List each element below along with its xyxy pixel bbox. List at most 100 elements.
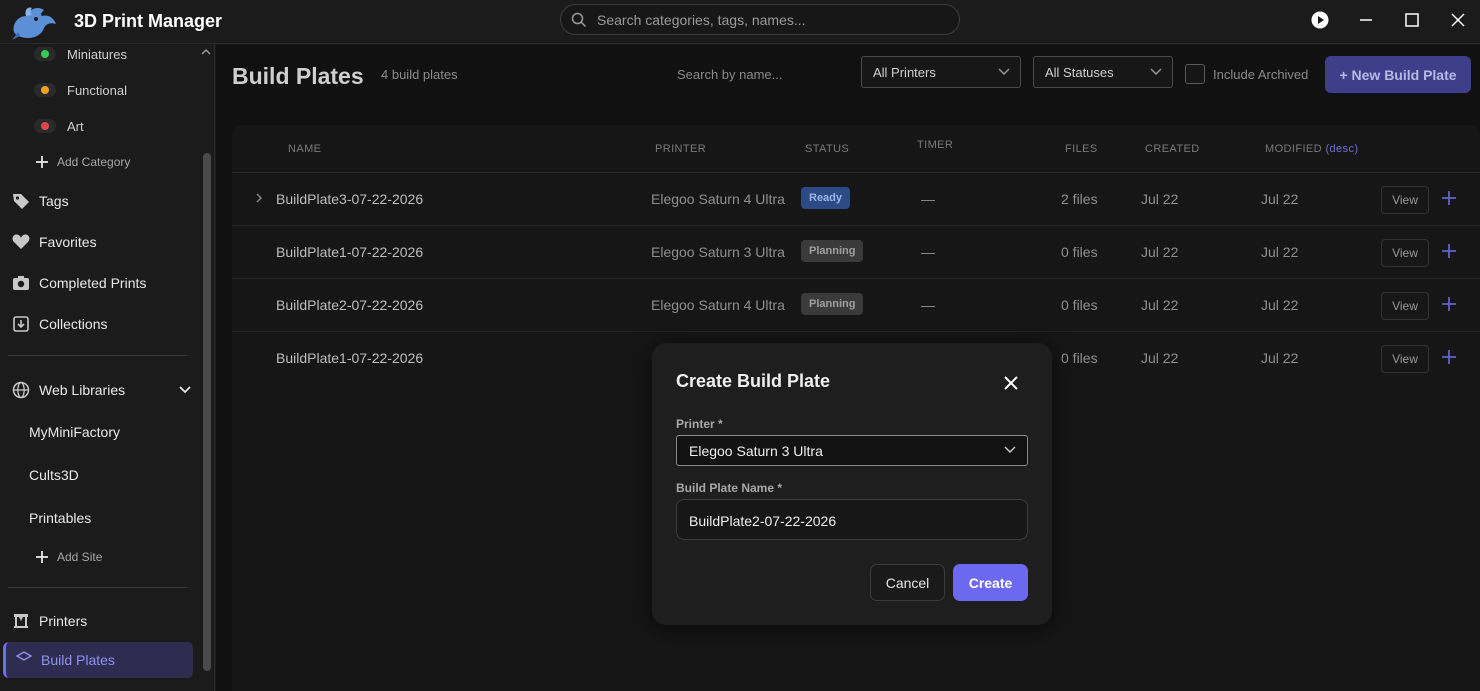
play-icon[interactable] (1310, 10, 1330, 30)
add-icon[interactable] (1439, 241, 1459, 261)
build-plate-count: 4 build plates (381, 67, 458, 82)
view-button[interactable]: View (1381, 292, 1429, 320)
sidebar-item-art[interactable]: Art (0, 109, 200, 143)
sidebar-item-functional[interactable]: Functional (0, 73, 200, 107)
chevron-down-icon (1150, 68, 1162, 75)
sidebar-item-label: Miniatures (67, 47, 127, 62)
view-button[interactable]: View (1381, 186, 1429, 214)
new-build-plate-button[interactable]: + New Build Plate (1325, 56, 1471, 93)
sidebar-item-build-plates[interactable]: Build Plates (3, 642, 193, 678)
view-button[interactable]: View (1381, 239, 1429, 267)
cancel-button[interactable]: Cancel (870, 564, 945, 601)
add-icon[interactable] (1439, 188, 1459, 208)
chevron-down-icon (1004, 446, 1016, 453)
column-header-printer[interactable]: PRINTER (655, 143, 706, 155)
row-files: 0 files (1061, 244, 1098, 260)
create-button[interactable]: Create (953, 564, 1028, 601)
status-filter-value: All Statuses (1045, 65, 1114, 80)
sidebar-item-label: Cults3D (29, 467, 79, 483)
row-files: 0 files (1061, 350, 1098, 366)
sidebar-item-label: Art (67, 119, 84, 134)
sidebar-item-label: Collections (39, 316, 108, 332)
create-build-plate-dialog: Create Build Plate Printer * Elegoo Satu… (652, 343, 1052, 625)
status-badge: Ready (801, 187, 851, 209)
sidebar-item-label: Favorites (39, 234, 97, 250)
sidebar-item-printables[interactable]: Printables (0, 501, 200, 535)
printer-select[interactable]: Elegoo Saturn 3 Ultra (676, 435, 1028, 466)
sidebar-item-tags[interactable]: Tags (0, 184, 200, 218)
table-row[interactable]: BuildPlate1-07-22-2026 Elegoo Saturn 3 U… (232, 226, 1480, 279)
add-icon[interactable] (1439, 347, 1459, 367)
add-category-button[interactable]: Add Category (0, 145, 200, 179)
sidebar-item-printers[interactable]: Printers (0, 604, 200, 638)
chevron-up-icon[interactable] (200, 47, 212, 57)
chevron-down-icon (179, 386, 191, 394)
row-modified: Jul 22 (1261, 350, 1299, 366)
row-created: Jul 22 (1141, 350, 1179, 366)
tag-icon (13, 194, 29, 209)
column-header-status[interactable]: STATUS (805, 143, 849, 155)
row-name: BuildPlate3-07-22-2026 (276, 191, 424, 207)
status-filter-select[interactable]: All Statuses (1033, 56, 1173, 88)
row-created: Jul 22 (1141, 244, 1179, 260)
sidebar-item-completed-prints[interactable]: Completed Prints (0, 266, 200, 300)
row-modified: Jul 22 (1261, 191, 1299, 207)
sidebar-item-favorites[interactable]: Favorites (0, 225, 200, 259)
sidebar-item-label: Printables (29, 510, 92, 526)
close-icon[interactable] (1002, 374, 1020, 392)
add-icon[interactable] (1439, 294, 1459, 314)
search-icon (571, 12, 587, 28)
column-header-timer[interactable]: TIMER (917, 139, 953, 151)
category-dot-green (41, 50, 49, 58)
row-timer: — (921, 244, 935, 260)
app-title: 3D Print Manager (74, 11, 223, 31)
printer-icon (14, 614, 28, 628)
build-plate-name-input[interactable]: BuildPlate2-07-22-2026 (676, 499, 1028, 540)
dragon-logo-icon (12, 7, 57, 40)
column-header-files[interactable]: FILES (1065, 143, 1098, 155)
printer-filter-select[interactable]: All Printers (861, 56, 1021, 88)
build-plate-name-value: BuildPlate2-07-22-2026 (689, 513, 837, 529)
include-archived-label: Include Archived (1213, 67, 1309, 82)
sidebar-item-web-libraries[interactable]: Web Libraries (0, 373, 200, 407)
printer-field-label: Printer * (676, 417, 723, 431)
column-header-created[interactable]: CREATED (1145, 143, 1200, 155)
sidebar-item-collections[interactable]: Collections (0, 307, 200, 341)
row-created: Jul 22 (1141, 191, 1179, 207)
sidebar-item-label: Tags (39, 193, 69, 209)
sidebar-item-myminifactory[interactable]: MyMiniFactory (0, 415, 200, 449)
status-badge: Planning (801, 293, 864, 315)
sidebar-item-label: Completed Prints (39, 275, 147, 291)
plus-icon (36, 551, 48, 563)
row-name: BuildPlate2-07-22-2026 (276, 297, 424, 313)
table-row[interactable]: BuildPlate2-07-22-2026 Elegoo Saturn 4 U… (232, 279, 1480, 332)
column-header-name[interactable]: NAME (288, 143, 321, 155)
sidebar-item-label: Functional (67, 83, 127, 98)
heart-icon (12, 234, 30, 249)
row-files: 2 files (1061, 191, 1098, 207)
sidebar-scrollbar[interactable] (203, 153, 211, 671)
global-search-input[interactable]: Search categories, tags, names... (560, 4, 960, 35)
dialog-title: Create Build Plate (676, 371, 831, 391)
chevron-right-icon[interactable] (254, 192, 264, 204)
row-modified: Jul 22 (1261, 244, 1299, 260)
minimize-icon[interactable] (1356, 10, 1376, 30)
name-search-input[interactable]: Search by name... (677, 67, 783, 82)
maximize-icon[interactable] (1402, 10, 1422, 30)
page-title: Build Plates (232, 63, 364, 89)
row-printer: Elegoo Saturn 4 Ultra (651, 297, 785, 313)
view-button[interactable]: View (1381, 345, 1429, 373)
table-row[interactable]: BuildPlate3-07-22-2026 Elegoo Saturn 4 U… (232, 173, 1480, 226)
sidebar-item-miniatures[interactable]: Miniatures (0, 45, 200, 71)
title-bar: 3D Print Manager Search categories, tags… (0, 0, 1480, 44)
sidebar-item-cults3d[interactable]: Cults3D (0, 458, 200, 492)
close-window-icon[interactable] (1448, 10, 1468, 30)
camera-icon (13, 276, 29, 290)
add-site-button[interactable]: Add Site (0, 540, 200, 574)
row-printer: Elegoo Saturn 3 Ultra (651, 244, 785, 260)
sidebar-item-label: Web Libraries (39, 382, 126, 398)
name-field-label: Build Plate Name * (676, 481, 783, 495)
search-placeholder: Search categories, tags, names... (597, 12, 806, 28)
column-header-modified[interactable]: MODIFIED (desc) (1265, 143, 1358, 155)
include-archived-checkbox[interactable] (1185, 64, 1205, 84)
